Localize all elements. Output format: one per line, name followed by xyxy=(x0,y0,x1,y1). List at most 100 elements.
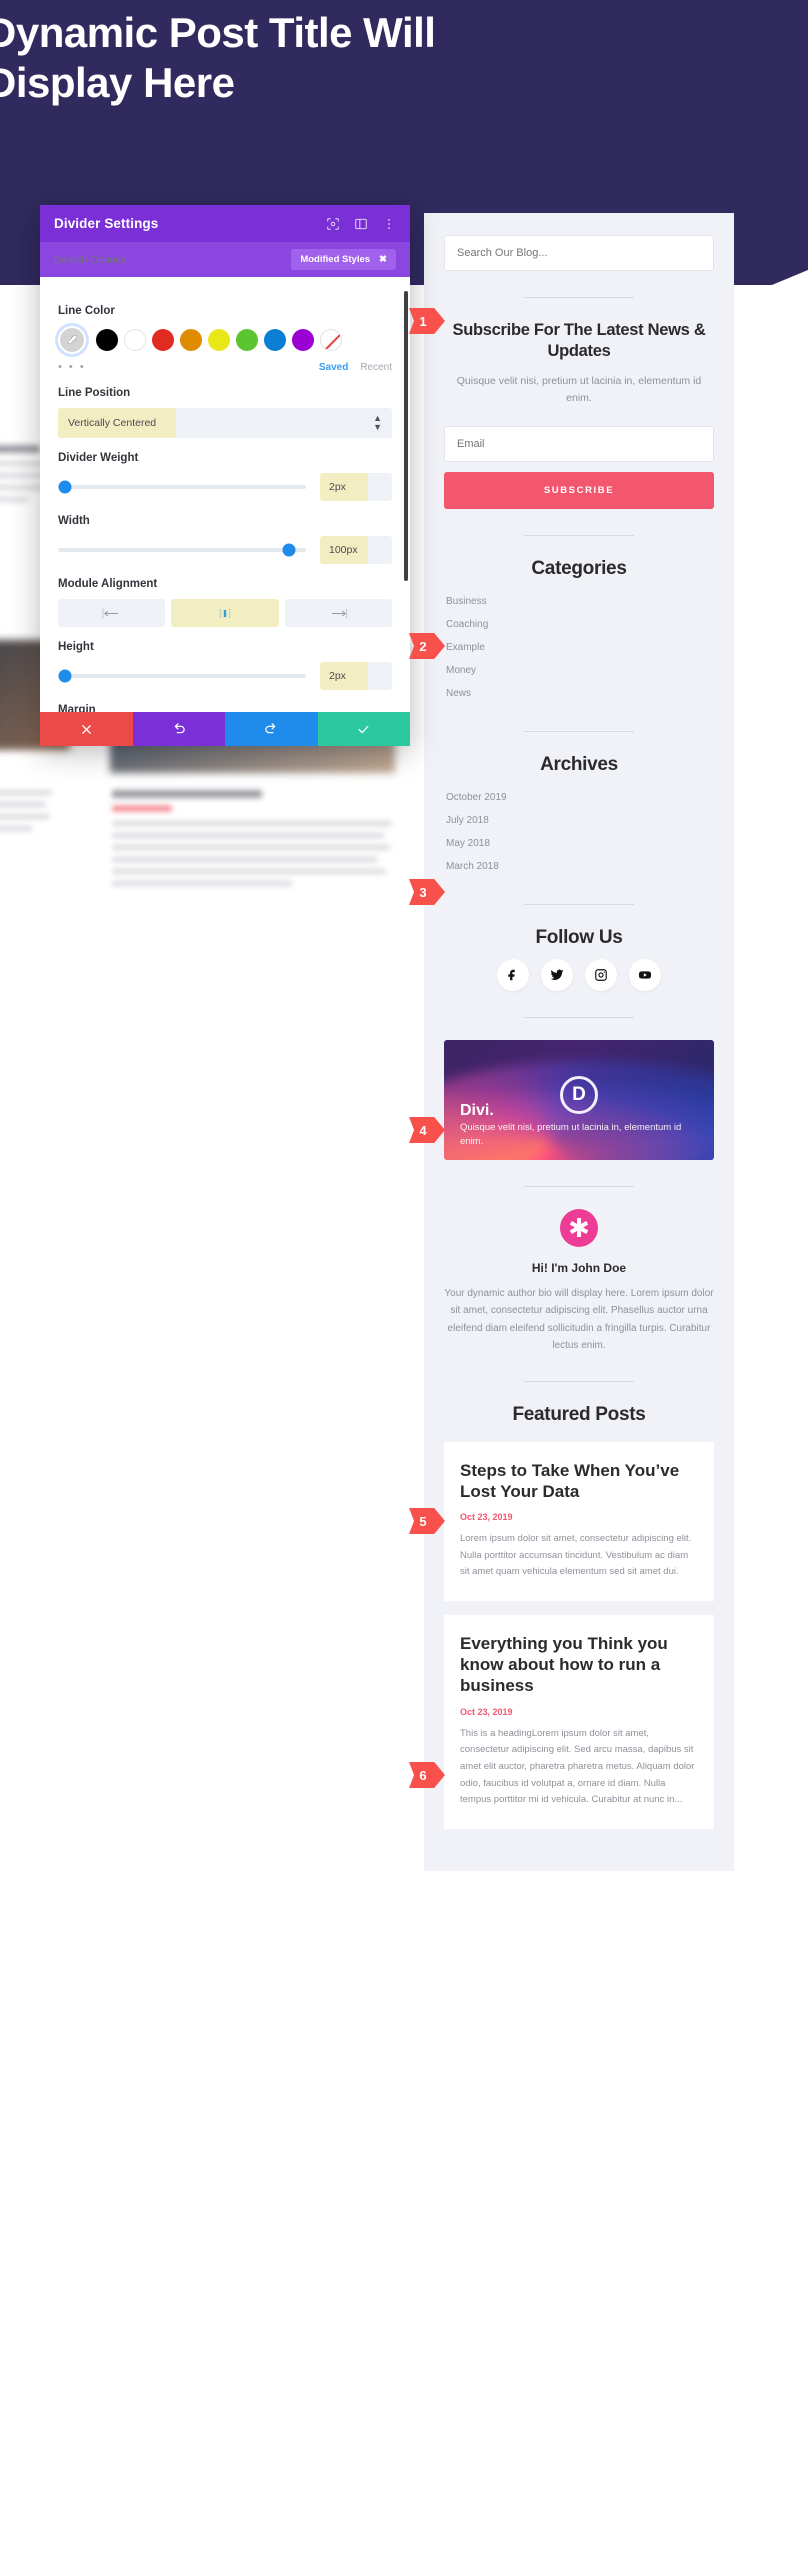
line-position-label: Line Position xyxy=(58,387,131,399)
line-position-select[interactable]: Vertically Centered ▲ ▼ xyxy=(58,408,392,438)
more-vertical-icon[interactable] xyxy=(382,217,396,231)
list-item[interactable]: March 2018 xyxy=(444,855,714,878)
list-item[interactable]: October 2019 xyxy=(444,786,714,809)
width-field[interactable]: 100px xyxy=(320,536,392,564)
module-alignment-label: Module Alignment xyxy=(58,578,158,590)
panel-header: Divider Settings xyxy=(40,205,410,242)
post-date: Oct 23, 2019 xyxy=(460,1706,513,1717)
modified-styles-badge[interactable]: Modified Styles ✖ xyxy=(291,249,396,270)
social-links xyxy=(444,958,714,991)
list-item[interactable]: Money xyxy=(444,659,714,682)
list-item[interactable]: May 2018 xyxy=(444,832,714,855)
post-title[interactable]: Everything you Think you know about how … xyxy=(460,1633,698,1697)
subscribe-widget: Subscribe For The Latest News & Updates … xyxy=(444,320,714,509)
categories-widget: Categories Business Coaching Example Mon… xyxy=(444,558,714,705)
archives-heading: Archives xyxy=(540,753,618,775)
swatch-orange[interactable] xyxy=(180,329,202,351)
width-slider[interactable] xyxy=(58,543,306,557)
swatch-none[interactable] xyxy=(320,329,342,351)
chevron-updown-icon: ▲ ▼ xyxy=(373,413,382,432)
eyedropper-icon[interactable] xyxy=(58,326,86,354)
featured-posts-heading: Featured Posts xyxy=(512,1403,646,1425)
color-swatch-row xyxy=(58,326,392,354)
section-divider xyxy=(524,903,634,905)
width-value: 100px xyxy=(320,536,368,564)
featured-posts-widget: Featured Posts Steps to Take When You’ve… xyxy=(444,1404,714,1829)
divider-settings-panel: Divider Settings Modified Styles ✖ Line … xyxy=(40,205,410,746)
subscribe-button[interactable]: SUBSCRIBE xyxy=(444,471,714,509)
save-button[interactable] xyxy=(317,712,410,746)
divider-weight-slider[interactable] xyxy=(58,480,306,494)
height-field[interactable]: 2px xyxy=(320,662,392,690)
swatch-blue[interactable] xyxy=(264,329,286,351)
author-name: Hi! I'm John Doe xyxy=(531,1260,627,1275)
tab-saved-colors[interactable]: Saved xyxy=(319,362,348,373)
expand-icon[interactable] xyxy=(326,217,340,231)
align-right-icon[interactable] xyxy=(284,599,392,627)
swatch-yellow[interactable] xyxy=(208,329,230,351)
width-control: 100px xyxy=(58,536,392,564)
divider-weight-field[interactable]: 2px xyxy=(320,473,392,501)
align-left-icon[interactable] xyxy=(58,599,166,627)
divi-promo-text: Quisque velit nisi, pretium ut lacinia i… xyxy=(460,1122,682,1148)
blurred-article-text-b xyxy=(112,790,397,893)
panel-action-bar xyxy=(40,712,410,746)
divi-logo-icon: D xyxy=(560,1075,598,1114)
align-center-icon[interactable] xyxy=(171,599,279,627)
section-divider xyxy=(524,1380,634,1382)
list-item[interactable]: News xyxy=(444,682,714,705)
list-item[interactable]: Steps to Take When You’ve Lost Your Data… xyxy=(444,1441,714,1601)
redo-button[interactable] xyxy=(225,712,318,746)
search-options-input[interactable] xyxy=(54,253,292,266)
post-title[interactable]: Steps to Take When You’ve Lost Your Data xyxy=(460,1460,698,1503)
close-icon[interactable]: ✖ xyxy=(379,254,387,265)
tab-recent-colors[interactable]: Recent xyxy=(360,362,392,373)
layout-columns-icon[interactable] xyxy=(354,217,368,231)
list-item[interactable]: Coaching xyxy=(444,613,714,636)
panel-scrollbar[interactable] xyxy=(404,291,408,581)
search-input[interactable] xyxy=(444,235,714,271)
swatch-green[interactable] xyxy=(236,329,258,351)
height-value: 2px xyxy=(320,662,368,690)
youtube-icon[interactable] xyxy=(629,958,661,991)
color-swatch-footer: • • • Saved Recent xyxy=(58,361,392,373)
subscribe-heading: Subscribe For The Latest News & Updates xyxy=(452,321,706,361)
section-divider xyxy=(524,534,634,536)
slider-thumb[interactable] xyxy=(282,543,296,557)
slider-thumb[interactable] xyxy=(58,669,72,683)
list-item[interactable]: July 2018 xyxy=(444,809,714,832)
width-label: Width xyxy=(58,515,90,527)
archives-list: October 2019 July 2018 May 2018 March 20… xyxy=(444,786,714,878)
cancel-button[interactable] xyxy=(40,712,133,746)
height-slider[interactable] xyxy=(58,669,306,683)
swatch-white[interactable] xyxy=(124,329,146,351)
author-widget: ✱ Hi! I'm John Doe Your dynamic author b… xyxy=(444,1208,714,1355)
divi-wordmark: Divi. xyxy=(460,1101,494,1119)
module-alignment-group xyxy=(58,599,392,627)
section-divider xyxy=(524,1185,634,1187)
blurred-left-column-b xyxy=(0,790,68,838)
facebook-icon[interactable] xyxy=(497,958,529,991)
instagram-icon[interactable] xyxy=(585,958,617,991)
email-input[interactable] xyxy=(444,425,714,462)
slider-thumb[interactable] xyxy=(58,480,72,494)
divider-weight-label: Divider Weight xyxy=(58,452,139,464)
divider-weight-control: 2px xyxy=(58,473,392,501)
divi-promo-card[interactable]: D Divi. Quisque velit nisi, pretium ut l… xyxy=(444,1039,714,1160)
swatch-black[interactable] xyxy=(96,329,118,351)
panel-title: Divider Settings xyxy=(54,216,159,231)
follow-us-widget: Follow Us xyxy=(444,927,714,991)
list-item[interactable]: Business xyxy=(444,590,714,613)
list-item[interactable]: Everything you Think you know about how … xyxy=(444,1614,714,1829)
swatch-red[interactable] xyxy=(152,329,174,351)
modified-styles-label: Modified Styles xyxy=(300,254,371,265)
line-position-value: Vertically Centered xyxy=(58,408,176,438)
divider-weight-value: 2px xyxy=(320,473,368,501)
twitter-icon[interactable] xyxy=(541,958,573,991)
swatch-purple[interactable] xyxy=(292,329,314,351)
undo-button[interactable] xyxy=(132,712,225,746)
more-options-icon[interactable]: • • • xyxy=(58,361,319,373)
post-date: Oct 23, 2019 xyxy=(460,1512,513,1522)
list-item[interactable]: Example xyxy=(444,636,714,659)
follow-us-heading: Follow Us xyxy=(535,926,623,948)
